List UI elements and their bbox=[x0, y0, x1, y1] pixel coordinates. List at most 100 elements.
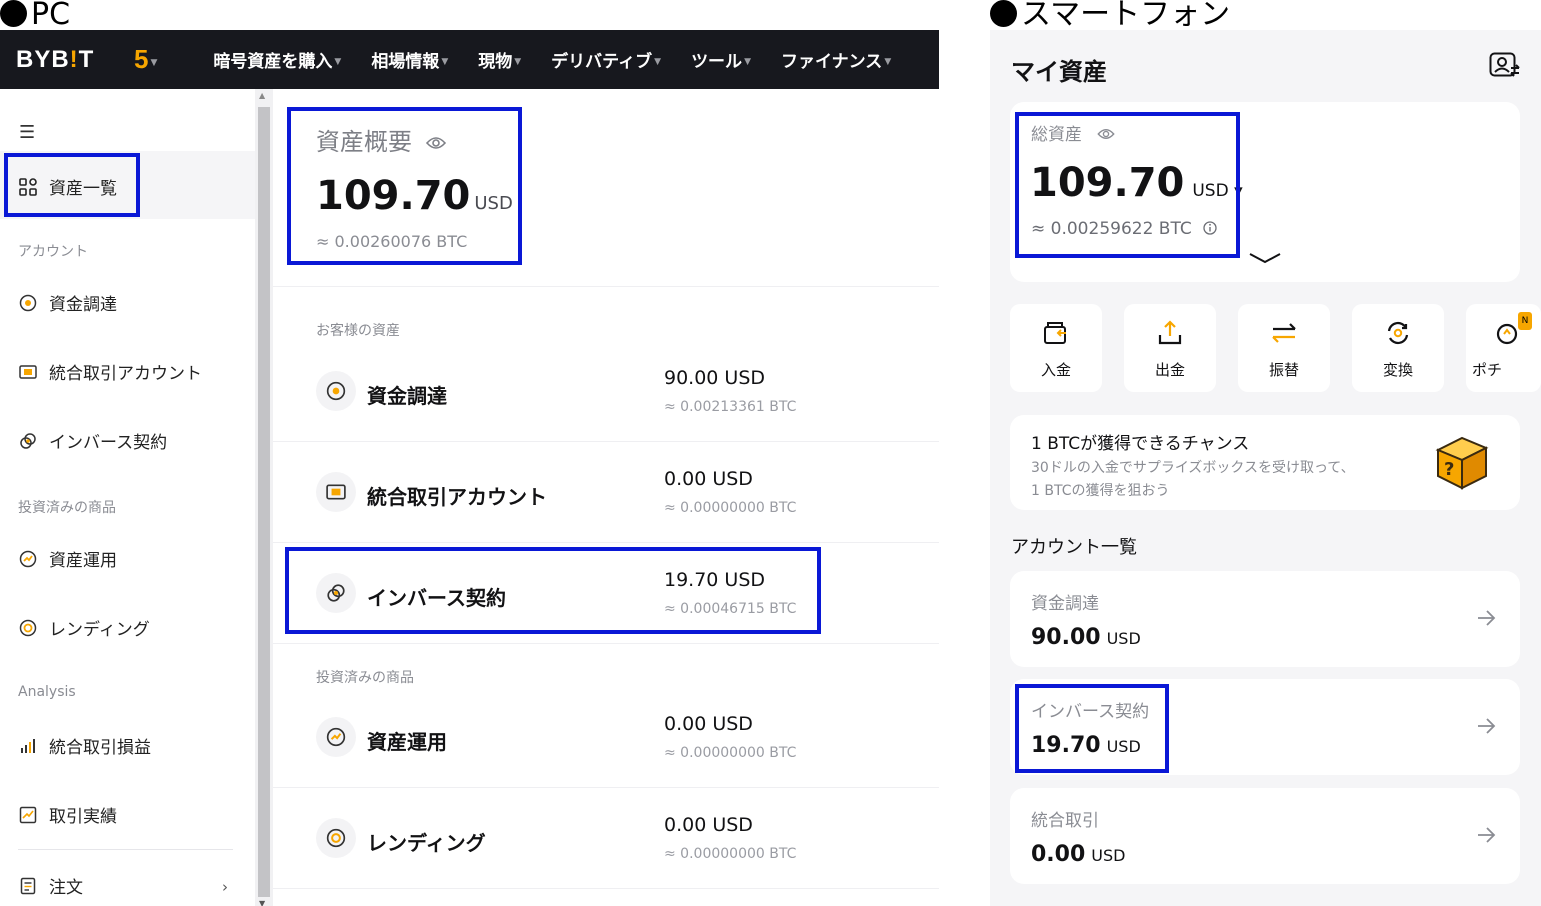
pochi-button[interactable]: N ポチ bbox=[1466, 304, 1541, 392]
bullet-icon bbox=[990, 0, 1017, 27]
chevron-right-icon: › bbox=[222, 878, 228, 896]
nav-item-label: デリバティブ bbox=[551, 52, 653, 72]
account-name: インバース契約 bbox=[1031, 702, 1150, 722]
funding-coin-icon bbox=[18, 293, 38, 313]
sidebar-item-orders[interactable]: 注文 bbox=[18, 873, 83, 898]
smartphone-screen: マイ資産 総資産 109.70 USD ▾ ≈ 0.00259622 BTC 入金… bbox=[990, 30, 1541, 906]
sidebar-item-pnl[interactable]: 統合取引損益 bbox=[18, 733, 151, 758]
nav-item-tools[interactable]: ツール ▼ bbox=[691, 47, 751, 72]
eye-icon[interactable] bbox=[1097, 128, 1116, 140]
total-assets-value: 109.70 USD ▾ bbox=[1030, 160, 1243, 206]
promo-banner[interactable]: 1 BTCが獲得できるチャンス 30ドルの入金でサプライズボックスを受け取って、… bbox=[1010, 415, 1520, 510]
deposit-button[interactable]: 入金 bbox=[1010, 304, 1102, 392]
earn-icon bbox=[316, 717, 356, 757]
asset-row-lending[interactable]: レンディング 0.00 USD ≈ 0.00000000 BTC bbox=[316, 806, 916, 866]
scroll-up-arrow-icon[interactable]: ▲ bbox=[259, 91, 265, 100]
divider bbox=[273, 643, 939, 644]
account-card-inverse[interactable]: インバース契約 19.70 USD bbox=[1010, 679, 1520, 775]
nav-item-label: 相場情報 bbox=[371, 52, 440, 72]
lending-icon bbox=[18, 618, 38, 638]
new-badge: N bbox=[1518, 312, 1532, 330]
asset-row-inverse[interactable]: インバース契約 19.70 USD ≈ 0.00046715 BTC bbox=[316, 561, 916, 621]
nav-item-label: 現物 bbox=[478, 52, 513, 72]
chevron-down-icon[interactable] bbox=[1248, 250, 1282, 269]
sidebar-scrollbar[interactable]: ▲ ▼ bbox=[255, 89, 273, 906]
scrollbar-thumb[interactable] bbox=[258, 107, 270, 897]
lending-icon bbox=[316, 818, 356, 858]
caret-down-icon: ▼ bbox=[150, 58, 158, 68]
action-label: ポチ bbox=[1472, 361, 1503, 379]
sidebar-item-earn[interactable]: 資産運用 bbox=[18, 546, 117, 571]
info-icon[interactable] bbox=[1203, 221, 1217, 235]
wallet-icon bbox=[18, 362, 38, 382]
group-label-customer-assets: お客様の資産 bbox=[316, 323, 400, 339]
total-assets-card: 総資産 109.70 USD ▾ ≈ 0.00259622 BTC bbox=[1010, 102, 1520, 282]
group-label-invested: 投資済みの商品 bbox=[316, 670, 414, 686]
action-label: 出金 bbox=[1154, 361, 1185, 379]
bar-chart-icon bbox=[18, 736, 38, 756]
currency-selector[interactable]: USD ▾ bbox=[1192, 181, 1242, 201]
nav-item-finance[interactable]: ファイナンス ▼ bbox=[781, 47, 891, 72]
eye-icon[interactable] bbox=[425, 136, 446, 150]
funding-coin-icon bbox=[316, 371, 356, 411]
account-value: 19.70 USD bbox=[1031, 733, 1141, 758]
asset-value: 0.00 USD bbox=[664, 814, 753, 836]
asset-row-earn[interactable]: 資産運用 0.00 USD ≈ 0.00000000 BTC bbox=[316, 705, 916, 765]
caret-down-icon: ▼ bbox=[514, 57, 522, 67]
transfer-icon bbox=[1269, 318, 1299, 348]
nav-item-markets[interactable]: 相場情報 ▼ bbox=[371, 47, 448, 72]
convert-button[interactable]: 変換 bbox=[1352, 304, 1444, 392]
promo-title: 1 BTCが獲得できるチャンス bbox=[1031, 434, 1250, 454]
document-icon bbox=[18, 876, 38, 896]
account-card-unified[interactable]: 統合取引 0.00 USD bbox=[1010, 788, 1520, 884]
bybit-logo[interactable]: BYB!T bbox=[16, 46, 116, 74]
nav-item-derivatives[interactable]: デリバティブ ▼ bbox=[551, 47, 661, 72]
asset-value: 90.00 USD bbox=[664, 367, 766, 389]
asset-overview-title: 資産概要 bbox=[316, 122, 446, 157]
trend-chart-icon bbox=[18, 805, 38, 825]
convert-icon bbox=[1383, 318, 1413, 348]
divider bbox=[273, 286, 939, 287]
nav-item-spot[interactable]: 現物 ▼ bbox=[478, 47, 521, 72]
transfer-button[interactable]: 振替 bbox=[1238, 304, 1330, 392]
asset-name: 統合取引アカウント bbox=[367, 485, 547, 509]
asset-row-unified-trading[interactable]: 統合取引アカウント 0.00 USD ≈ 0.00000000 BTC bbox=[316, 460, 916, 520]
scroll-down-arrow-icon[interactable]: ▼ bbox=[259, 899, 265, 906]
asset-value: 0.00 USD bbox=[664, 468, 753, 490]
sidebar-item-assets-overview[interactable]: 資産一覧 bbox=[18, 174, 117, 199]
sidebar-item-label: 資産運用 bbox=[49, 551, 117, 571]
user-switch-icon[interactable] bbox=[1489, 52, 1521, 84]
deposit-icon bbox=[1041, 318, 1071, 348]
divider bbox=[273, 888, 939, 889]
sidebar-item-history[interactable]: 取引実績 bbox=[18, 802, 117, 827]
caret-down-icon: ▼ bbox=[441, 57, 449, 67]
top-navigation: BYB!T 5 ▼ 暗号資産を購入 ▼ 相場情報 ▼ 現物 ▼ デリバティブ ▼ ツール ▼… bbox=[0, 30, 939, 89]
divider bbox=[273, 787, 939, 788]
sidebar-item-label: 統合取引損益 bbox=[49, 738, 151, 758]
caret-down-icon: ▼ bbox=[744, 57, 751, 67]
asset-name: 資金調達 bbox=[367, 384, 447, 408]
withdraw-button[interactable]: 出金 bbox=[1124, 304, 1216, 392]
divider bbox=[273, 441, 939, 442]
divider bbox=[273, 542, 939, 543]
section-label-smartphone-text: スマートフォン bbox=[1021, 0, 1231, 32]
sidebar-item-lending[interactable]: レンディング bbox=[18, 615, 150, 640]
sidebar-item-funding[interactable]: 資金調達 bbox=[18, 290, 117, 315]
account-value: 90.00 USD bbox=[1031, 625, 1141, 650]
asset-row-funding[interactable]: 資金調達 90.00 USD ≈ 0.00213361 BTC bbox=[316, 359, 916, 419]
total-assets-label: 総資産 bbox=[1031, 120, 1116, 145]
sidebar-item-unified-trading[interactable]: 統合取引アカウント bbox=[18, 359, 202, 384]
svg-text:?: ? bbox=[1444, 459, 1454, 480]
logo-text-end: T bbox=[78, 45, 95, 73]
asset-btc: ≈ 0.00000000 BTC bbox=[664, 500, 797, 516]
collapse-menu-icon[interactable]: ☰ bbox=[19, 122, 35, 143]
nav-item-five[interactable]: 5 ▼ bbox=[116, 44, 157, 75]
asset-overview-value: 109.70 USD bbox=[316, 173, 513, 219]
link-rings-icon bbox=[316, 573, 356, 613]
action-label: 入金 bbox=[1040, 361, 1071, 379]
arrow-right-icon bbox=[1476, 826, 1496, 848]
account-card-funding[interactable]: 資金調達 90.00 USD bbox=[1010, 571, 1520, 667]
sidebar-item-label: インバース契約 bbox=[49, 433, 168, 453]
nav-item-buy-crypto[interactable]: 暗号資産を購入 ▼ bbox=[213, 47, 341, 72]
sidebar-item-inverse[interactable]: インバース契約 bbox=[18, 428, 167, 453]
